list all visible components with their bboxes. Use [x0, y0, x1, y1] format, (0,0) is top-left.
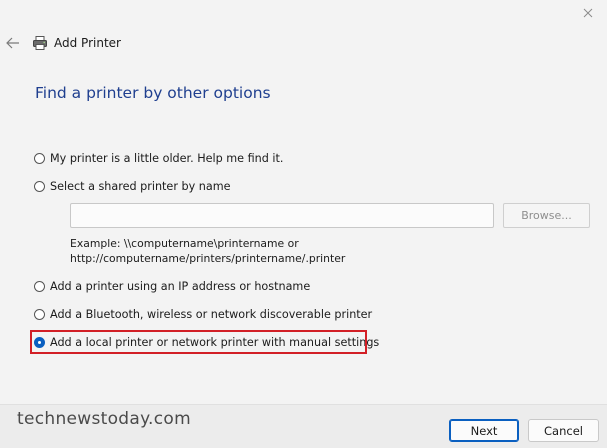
option-bluetooth-wireless[interactable]: Add a Bluetooth, wireless or network dis…	[34, 306, 372, 322]
radio-local-printer[interactable]	[34, 336, 45, 348]
add-printer-window: Add Printer Find a printer by other opti…	[0, 0, 607, 448]
option-ip-address[interactable]: Add a printer using an IP address or hos…	[34, 278, 310, 294]
shared-printer-name-input[interactable]	[70, 203, 494, 228]
window-title-bar: Add Printer	[32, 33, 121, 53]
radio-shared-printer[interactable]	[34, 180, 45, 192]
option-older-printer[interactable]: My printer is a little older. Help me fi…	[34, 150, 283, 166]
radio-older-printer[interactable]	[34, 152, 45, 164]
next-button[interactable]: Next	[449, 419, 519, 442]
option-label: Add a printer using an IP address or hos…	[50, 279, 311, 293]
option-label: Add a local printer or network printer w…	[50, 335, 380, 349]
back-button[interactable]	[2, 32, 24, 54]
back-arrow-icon	[6, 37, 19, 49]
window-title: Add Printer	[54, 36, 121, 50]
radio-ip-address[interactable]	[34, 280, 45, 292]
option-label: Select a shared printer by name	[50, 179, 231, 193]
printer-icon	[33, 36, 47, 50]
close-button[interactable]	[575, 2, 601, 24]
page-heading: Find a printer by other options	[35, 84, 271, 102]
close-icon	[583, 8, 593, 18]
option-label: Add a Bluetooth, wireless or network dis…	[50, 307, 373, 321]
example-text: Example: \\computername\printername or h…	[70, 236, 345, 266]
radio-bluetooth-wireless[interactable]	[34, 308, 45, 320]
cancel-button[interactable]: Cancel	[528, 419, 599, 442]
option-shared-printer[interactable]: Select a shared printer by name	[34, 178, 230, 194]
example-line-2: http://computername/printers/printername…	[70, 252, 346, 265]
watermark: technewstoday.com	[17, 409, 191, 429]
option-local-printer[interactable]: Add a local printer or network printer w…	[34, 334, 379, 350]
option-label: My printer is a little older. Help me fi…	[50, 151, 284, 165]
browse-button: Browse...	[503, 203, 590, 228]
example-line-1: Example: \\computername\printername or	[70, 237, 299, 250]
